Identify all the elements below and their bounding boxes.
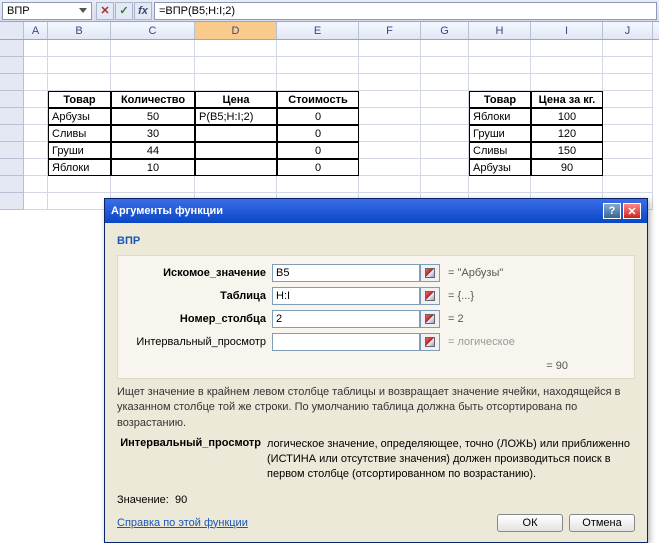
col-header[interactable]: A	[24, 22, 48, 39]
close-button[interactable]: ✕	[623, 203, 641, 219]
table-cell[interactable]: Арбузы	[48, 108, 111, 125]
table-cell[interactable]: 0	[277, 108, 359, 125]
name-box[interactable]: ВПР	[2, 2, 92, 20]
dialog-title: Аргументы функции	[111, 205, 223, 217]
col-header[interactable]: G	[421, 22, 469, 39]
function-description: Ищет значение в крайнем левом столбце та…	[117, 385, 635, 431]
argument-row: Таблица = {...}	[122, 287, 630, 305]
range-selector-button[interactable]	[420, 287, 440, 305]
accept-formula-button[interactable]: ✓	[115, 2, 133, 20]
formula-input[interactable]: =ВПР(B5;H:I;2)	[154, 2, 657, 20]
table-cell[interactable]: 100	[531, 108, 603, 125]
range-selector-button[interactable]	[420, 333, 440, 351]
table-header[interactable]: Цена за кг.	[531, 91, 603, 108]
table-header[interactable]: Стоимость	[277, 91, 359, 108]
select-all-corner[interactable]	[0, 22, 24, 39]
cancel-formula-button[interactable]: ✕	[96, 2, 114, 20]
fx-button[interactable]: fx	[134, 2, 152, 20]
name-box-text: ВПР	[7, 5, 30, 17]
table-header[interactable]: Товар	[48, 91, 111, 108]
arg-result: = логическое	[448, 336, 515, 348]
col-header[interactable]: E	[277, 22, 359, 39]
function-name: ВПР	[117, 231, 635, 255]
arg-input[interactable]	[272, 287, 420, 305]
col-header[interactable]: B	[48, 22, 111, 39]
range-selector-icon	[425, 337, 435, 347]
col-header[interactable]: J	[603, 22, 653, 39]
argument-row: Номер_столбца = 2	[122, 310, 630, 328]
cancel-button[interactable]: Отмена	[569, 514, 635, 532]
function-arguments-dialog: Аргументы функции ? ✕ ВПР Искомое_значен…	[104, 198, 648, 543]
arg-label: Таблица	[122, 290, 272, 302]
arg-label: Интервальный_просмотр	[122, 336, 272, 348]
arguments-panel: Искомое_значение = "Арбузы" Таблица = {...}…	[117, 255, 635, 379]
arg-result: = "Арбузы"	[448, 267, 503, 279]
dialog-titlebar[interactable]: Аргументы функции ? ✕	[105, 199, 647, 223]
table-header[interactable]: Цена	[195, 91, 277, 108]
arg-label: Искомое_значение	[122, 267, 272, 279]
formula-bar: ВПР ✕ ✓ fx =ВПР(B5;H:I;2)	[0, 0, 659, 22]
table-header[interactable]: Товар	[469, 91, 531, 108]
help-button[interactable]: ?	[603, 203, 621, 219]
active-cell[interactable]: Р(B5;H:I;2)	[195, 108, 277, 125]
formula-bar-buttons: ✕ ✓ fx	[94, 2, 154, 20]
range-selector-icon	[425, 291, 435, 301]
row-header[interactable]	[0, 40, 24, 57]
col-header[interactable]: I	[531, 22, 603, 39]
arg-input[interactable]	[272, 264, 420, 282]
chevron-down-icon[interactable]	[79, 8, 87, 13]
ok-button[interactable]: ОК	[497, 514, 563, 532]
param-desc-label: Интервальный_просмотр	[117, 437, 267, 482]
argument-row: Интервальный_просмотр = логическое	[122, 333, 630, 351]
table-cell[interactable]: Яблоки	[469, 108, 531, 125]
arg-result: = {...}	[448, 290, 474, 302]
range-selector-icon	[425, 314, 435, 324]
table-cell[interactable]: 50	[111, 108, 195, 125]
column-headers: A B C D E F G H I J	[0, 22, 659, 40]
col-header[interactable]: C	[111, 22, 195, 39]
arg-label: Номер_столбца	[122, 313, 272, 325]
arg-input[interactable]	[272, 333, 420, 351]
col-header[interactable]: H	[469, 22, 531, 39]
param-desc-text: логическое значение, определяющее, точно…	[267, 437, 635, 482]
range-selector-icon	[425, 268, 435, 278]
help-link[interactable]: Справка по этой функции	[117, 517, 248, 529]
col-header[interactable]: D	[195, 22, 277, 39]
result-row: Значение: 90	[117, 494, 635, 506]
table-header[interactable]: Количество	[111, 91, 195, 108]
range-selector-button[interactable]	[420, 310, 440, 328]
arg-input[interactable]	[272, 310, 420, 328]
argument-row: Искомое_значение = "Арбузы"	[122, 264, 630, 282]
range-selector-button[interactable]	[420, 264, 440, 282]
arg-result: = 2	[448, 313, 464, 325]
overall-result: = 90	[122, 356, 630, 374]
col-header[interactable]: F	[359, 22, 421, 39]
